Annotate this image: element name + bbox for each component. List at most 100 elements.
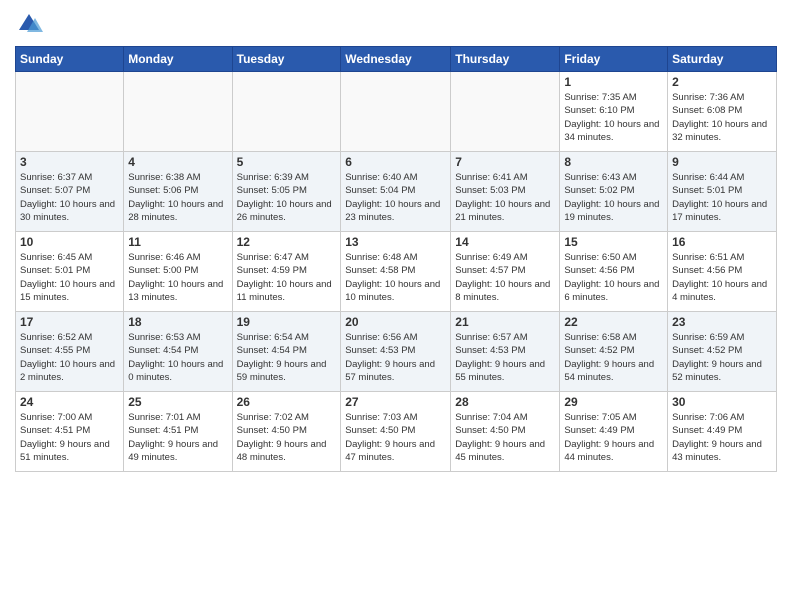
weekday-header-sunday: Sunday (16, 47, 124, 72)
day-number: 28 (455, 395, 555, 409)
calendar-cell: 6 Sunrise: 6:40 AM Sunset: 5:04 PM Daylig… (341, 152, 451, 232)
day-info: Sunrise: 6:37 AM Sunset: 5:07 PM Dayligh… (20, 171, 119, 224)
day-info: Sunrise: 6:44 AM Sunset: 5:01 PM Dayligh… (672, 171, 772, 224)
page: SundayMondayTuesdayWednesdayThursdayFrid… (0, 0, 792, 487)
day-info: Sunrise: 6:46 AM Sunset: 5:00 PM Dayligh… (128, 251, 227, 304)
day-info: Sunrise: 7:06 AM Sunset: 4:49 PM Dayligh… (672, 411, 772, 464)
weekday-header-saturday: Saturday (668, 47, 777, 72)
calendar-week-row: 10Sunrise: 6:45 AM Sunset: 5:01 PM Dayli… (16, 232, 777, 312)
calendar-week-row: 3 Sunrise: 6:37 AM Sunset: 5:07 PM Daylig… (16, 152, 777, 232)
calendar-cell: 28 Sunrise: 7:04 AM Sunset: 4:50 PM Dayli… (451, 392, 560, 472)
day-number: 6 (345, 155, 446, 169)
day-number: 14 (455, 235, 555, 249)
calendar-cell: 27 Sunrise: 7:03 AM Sunset: 4:50 PM Dayli… (341, 392, 451, 472)
calendar-cell (341, 72, 451, 152)
day-info: Sunrise: 6:52 AM Sunset: 4:55 PM Dayligh… (20, 331, 119, 384)
day-info: Sunrise: 6:59 AM Sunset: 4:52 PM Dayligh… (672, 331, 772, 384)
calendar-cell: 25 Sunrise: 7:01 AM Sunset: 4:51 PM Dayli… (124, 392, 232, 472)
day-info: Sunrise: 6:48 AM Sunset: 4:58 PM Dayligh… (345, 251, 446, 304)
calendar-cell: 24 Sunrise: 7:00 AM Sunset: 4:51 PM Dayli… (16, 392, 124, 472)
day-info: Sunrise: 7:05 AM Sunset: 4:49 PM Dayligh… (564, 411, 663, 464)
calendar-cell (16, 72, 124, 152)
calendar-cell: 26 Sunrise: 7:02 AM Sunset: 4:50 PM Dayli… (232, 392, 341, 472)
calendar-cell: 9 Sunrise: 6:44 AM Sunset: 5:01 PM Daylig… (668, 152, 777, 232)
calendar-cell: 2 Sunrise: 7:36 AM Sunset: 6:08 PM Daylig… (668, 72, 777, 152)
header (15, 10, 777, 38)
day-number: 15 (564, 235, 663, 249)
weekday-header-tuesday: Tuesday (232, 47, 341, 72)
calendar-cell: 30 Sunrise: 7:06 AM Sunset: 4:49 PM Dayli… (668, 392, 777, 472)
calendar-cell: 17 Sunrise: 6:52 AM Sunset: 4:55 PM Dayli… (16, 312, 124, 392)
day-number: 21 (455, 315, 555, 329)
calendar-cell: 22Sunrise: 6:58 AM Sunset: 4:52 PM Dayli… (560, 312, 668, 392)
calendar-cell: 16 Sunrise: 6:51 AM Sunset: 4:56 PM Dayli… (668, 232, 777, 312)
day-info: Sunrise: 7:01 AM Sunset: 4:51 PM Dayligh… (128, 411, 227, 464)
calendar-week-row: 24 Sunrise: 7:00 AM Sunset: 4:51 PM Dayli… (16, 392, 777, 472)
day-number: 3 (20, 155, 119, 169)
day-number: 19 (237, 315, 337, 329)
day-number: 13 (345, 235, 446, 249)
day-info: Sunrise: 6:51 AM Sunset: 4:56 PM Dayligh… (672, 251, 772, 304)
day-number: 25 (128, 395, 227, 409)
day-info: Sunrise: 6:43 AM Sunset: 5:02 PM Dayligh… (564, 171, 663, 224)
day-info: Sunrise: 6:47 AM Sunset: 4:59 PM Dayligh… (237, 251, 337, 304)
calendar-week-row: 17 Sunrise: 6:52 AM Sunset: 4:55 PM Dayli… (16, 312, 777, 392)
calendar-cell: 15 Sunrise: 6:50 AM Sunset: 4:56 PM Dayli… (560, 232, 668, 312)
calendar-cell: 13 Sunrise: 6:48 AM Sunset: 4:58 PM Dayli… (341, 232, 451, 312)
day-info: Sunrise: 6:57 AM Sunset: 4:53 PM Dayligh… (455, 331, 555, 384)
day-info: Sunrise: 6:38 AM Sunset: 5:06 PM Dayligh… (128, 171, 227, 224)
day-info: Sunrise: 7:04 AM Sunset: 4:50 PM Dayligh… (455, 411, 555, 464)
calendar-cell: 4Sunrise: 6:38 AM Sunset: 5:06 PM Daylig… (124, 152, 232, 232)
day-info: Sunrise: 6:45 AM Sunset: 5:01 PM Dayligh… (20, 251, 119, 304)
weekday-header-wednesday: Wednesday (341, 47, 451, 72)
day-info: Sunrise: 7:02 AM Sunset: 4:50 PM Dayligh… (237, 411, 337, 464)
calendar-cell: 18 Sunrise: 6:53 AM Sunset: 4:54 PM Dayli… (124, 312, 232, 392)
day-info: Sunrise: 6:58 AM Sunset: 4:52 PM Dayligh… (564, 331, 663, 384)
day-info: Sunrise: 7:03 AM Sunset: 4:50 PM Dayligh… (345, 411, 446, 464)
calendar-cell: 19Sunrise: 6:54 AM Sunset: 4:54 PM Dayli… (232, 312, 341, 392)
day-number: 27 (345, 395, 446, 409)
calendar-header-row: SundayMondayTuesdayWednesdayThursdayFrid… (16, 47, 777, 72)
day-info: Sunrise: 6:50 AM Sunset: 4:56 PM Dayligh… (564, 251, 663, 304)
day-number: 1 (564, 75, 663, 89)
day-info: Sunrise: 7:36 AM Sunset: 6:08 PM Dayligh… (672, 91, 772, 144)
calendar-cell: 3 Sunrise: 6:37 AM Sunset: 5:07 PM Daylig… (16, 152, 124, 232)
day-info: Sunrise: 6:49 AM Sunset: 4:57 PM Dayligh… (455, 251, 555, 304)
day-info: Sunrise: 7:35 AM Sunset: 6:10 PM Dayligh… (564, 91, 663, 144)
day-info: Sunrise: 6:40 AM Sunset: 5:04 PM Dayligh… (345, 171, 446, 224)
calendar-cell: 10Sunrise: 6:45 AM Sunset: 5:01 PM Dayli… (16, 232, 124, 312)
day-number: 9 (672, 155, 772, 169)
day-number: 11 (128, 235, 227, 249)
weekday-header-monday: Monday (124, 47, 232, 72)
day-number: 7 (455, 155, 555, 169)
calendar-cell: 12 Sunrise: 6:47 AM Sunset: 4:59 PM Dayli… (232, 232, 341, 312)
calendar-cell (232, 72, 341, 152)
day-number: 17 (20, 315, 119, 329)
calendar-cell: 8 Sunrise: 6:43 AM Sunset: 5:02 PM Daylig… (560, 152, 668, 232)
day-number: 26 (237, 395, 337, 409)
day-number: 20 (345, 315, 446, 329)
day-number: 24 (20, 395, 119, 409)
day-info: Sunrise: 6:56 AM Sunset: 4:53 PM Dayligh… (345, 331, 446, 384)
day-number: 18 (128, 315, 227, 329)
day-info: Sunrise: 7:00 AM Sunset: 4:51 PM Dayligh… (20, 411, 119, 464)
logo (15, 10, 47, 38)
calendar-cell: 29 Sunrise: 7:05 AM Sunset: 4:49 PM Dayli… (560, 392, 668, 472)
day-number: 16 (672, 235, 772, 249)
day-number: 12 (237, 235, 337, 249)
calendar-table: SundayMondayTuesdayWednesdayThursdayFrid… (15, 46, 777, 472)
day-number: 23 (672, 315, 772, 329)
day-number: 2 (672, 75, 772, 89)
logo-icon (15, 10, 43, 38)
day-number: 29 (564, 395, 663, 409)
day-number: 30 (672, 395, 772, 409)
weekday-header-thursday: Thursday (451, 47, 560, 72)
calendar-cell: 21 Sunrise: 6:57 AM Sunset: 4:53 PM Dayli… (451, 312, 560, 392)
calendar-cell: 20 Sunrise: 6:56 AM Sunset: 4:53 PM Dayli… (341, 312, 451, 392)
weekday-header-friday: Friday (560, 47, 668, 72)
day-number: 8 (564, 155, 663, 169)
calendar-week-row: 1 Sunrise: 7:35 AM Sunset: 6:10 PM Daylig… (16, 72, 777, 152)
day-info: Sunrise: 6:53 AM Sunset: 4:54 PM Dayligh… (128, 331, 227, 384)
calendar-cell: 14 Sunrise: 6:49 AM Sunset: 4:57 PM Dayli… (451, 232, 560, 312)
calendar-cell: 5Sunrise: 6:39 AM Sunset: 5:05 PM Daylig… (232, 152, 341, 232)
